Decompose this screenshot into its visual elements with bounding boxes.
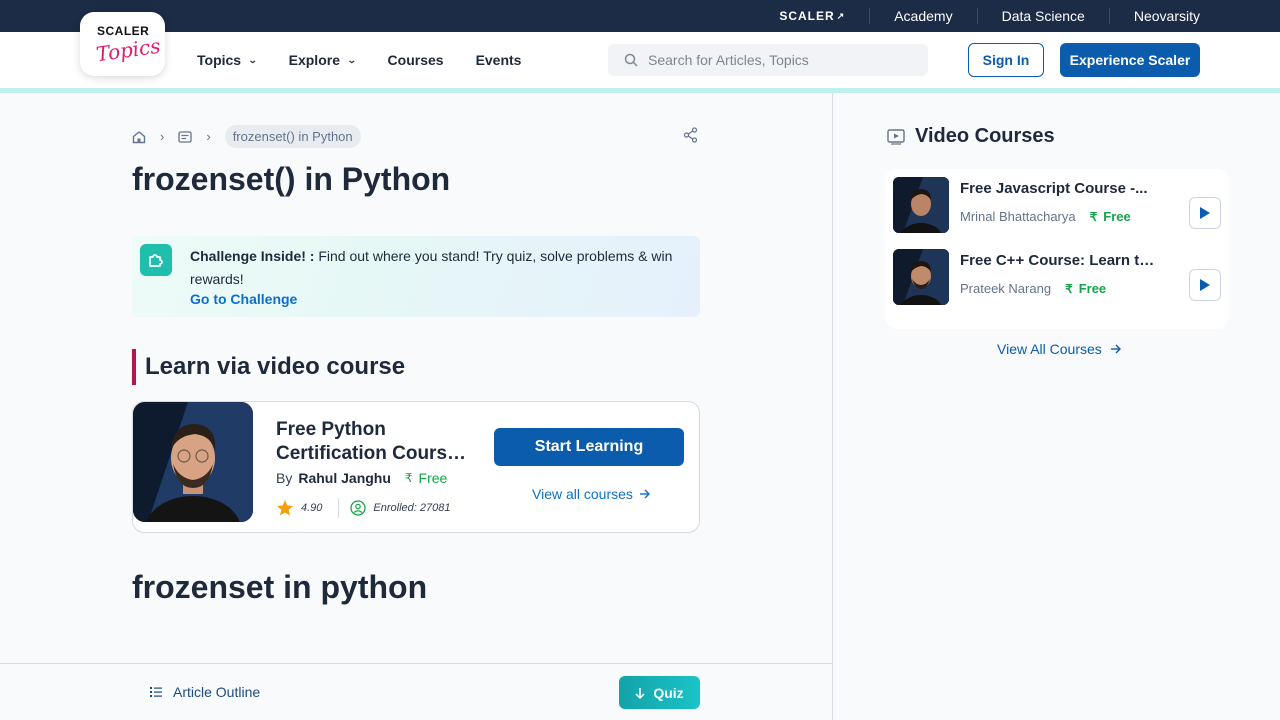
rupee-icon: ₹ <box>404 471 413 485</box>
enrolled-icon <box>350 500 367 516</box>
learn-via-video-heading: Learn via video course <box>132 349 405 385</box>
course-meta: Mrinal Bhattacharya ₹ Free <box>960 209 1131 224</box>
price-badge: ₹ Free <box>1089 209 1131 224</box>
challenge-text: Challenge Inside! : Find out where you s… <box>190 248 673 287</box>
author-name: Prateek Narang <box>960 281 1052 296</box>
author-name: Mrinal Bhattacharya <box>960 209 1076 224</box>
start-learning-button[interactable]: Start Learning <box>494 428 684 466</box>
video-icon <box>887 128 905 145</box>
course-title[interactable]: Free C++ Course: Learn th... <box>960 252 1160 269</box>
scaler-brand-link[interactable]: SCALER ↗ <box>779 9 869 23</box>
breadcrumb-separator-icon: › <box>206 129 211 144</box>
price-badge: ₹ Free <box>404 470 448 486</box>
top-links: SCALER ↗ Academy Data Science Neovarsity <box>779 0 1200 32</box>
rupee-icon: ₹ <box>1089 209 1098 224</box>
view-all-video-courses-link[interactable]: View All Courses <box>997 341 1122 357</box>
top-link-neovarsity[interactable]: Neovarsity <box>1108 8 1200 24</box>
course-stats: 4.90 Enrolled: 27081 <box>276 498 450 518</box>
external-link-icon: ↗ <box>836 10 846 21</box>
puzzle-icon <box>140 244 172 276</box>
go-to-challenge-link[interactable]: Go to Challenge <box>190 291 297 307</box>
top-link-data-science[interactable]: Data Science <box>976 8 1109 24</box>
main-nav: Topics ⌄ Explore ⌄ Courses Events <box>197 52 521 68</box>
top-strip: SCALER ↗ Academy Data Science Neovarsity <box>0 0 1280 32</box>
video-course-card[interactable]: Free Python Certification Course:... By … <box>132 401 700 533</box>
instructor-photo <box>133 402 253 522</box>
course-title[interactable]: Free Javascript Course -... <box>960 180 1160 197</box>
chevron-down-icon: ⌄ <box>247 54 258 65</box>
nav-item-explore[interactable]: Explore ⌄ <box>289 52 357 68</box>
home-icon[interactable] <box>132 130 146 144</box>
breadcrumb-current: frozenset() in Python <box>224 125 361 148</box>
scaler-topics-logo[interactable]: SCALER Topics <box>80 12 165 76</box>
play-button[interactable] <box>1189 197 1221 229</box>
enrolled-count: Enrolled: 27081 <box>373 502 451 514</box>
rupee-icon: ₹ <box>1065 281 1073 296</box>
nav-item-events[interactable]: Events <box>476 52 522 68</box>
price-badge: ₹ Free <box>1065 281 1107 296</box>
view-all-courses-link[interactable]: View all courses <box>532 486 651 502</box>
video-courses-list: Free Javascript Course -... Mrinal Bhatt… <box>885 169 1229 329</box>
video-courses-heading: Video Courses <box>887 125 1055 148</box>
course-meta: Prateek Narang ₹ Free <box>960 281 1106 296</box>
list-item[interactable]: Free C++ Course: Learn th... Prateek Nar… <box>893 249 1221 305</box>
star-icon <box>277 500 293 516</box>
header-accent-line <box>0 88 1280 93</box>
search-bar[interactable] <box>608 44 928 76</box>
article-title: frozenset() in Python <box>132 161 451 197</box>
arrow-right-icon <box>1110 344 1121 354</box>
breadcrumb-separator-icon: › <box>160 129 165 144</box>
list-item[interactable]: Free Javascript Course -... Mrinal Bhatt… <box>893 177 1221 233</box>
search-input[interactable] <box>648 52 908 68</box>
challenge-banner: Challenge Inside! : Find out where you s… <box>132 236 700 317</box>
course-author: By Rahul Janghu ₹ Free <box>276 470 448 486</box>
list-icon <box>150 687 162 697</box>
article-icon[interactable] <box>178 130 192 143</box>
top-link-academy[interactable]: Academy <box>869 8 976 24</box>
play-icon <box>1200 207 1210 219</box>
course-rating: 4.90 <box>301 502 323 514</box>
article-outline-button[interactable]: Article Outline <box>150 684 260 700</box>
experience-scaler-button[interactable]: Experience Scaler <box>1060 43 1200 77</box>
chevron-down-icon: ⌄ <box>346 54 357 65</box>
stats-divider <box>338 498 340 518</box>
nav-item-courses[interactable]: Courses <box>388 52 444 68</box>
sign-in-button[interactable]: Sign In <box>968 43 1044 77</box>
section-heading: frozenset in python <box>132 569 428 605</box>
course-thumbnail <box>893 249 949 305</box>
quiz-button[interactable]: Quiz <box>619 676 700 709</box>
play-icon <box>1200 279 1210 291</box>
course-title[interactable]: Free Python Certification Course:... <box>276 418 476 466</box>
arrow-down-icon <box>635 687 645 699</box>
play-button[interactable] <box>1189 269 1221 301</box>
arrow-right-icon <box>639 489 650 499</box>
article-bottom-bar: Article Outline Quiz <box>0 663 832 720</box>
nav-item-topics[interactable]: Topics ⌄ <box>197 52 258 68</box>
search-icon <box>624 53 638 67</box>
breadcrumb: › › frozenset() in Python <box>132 125 361 148</box>
share-icon[interactable] <box>683 127 698 143</box>
course-thumbnail <box>893 177 949 233</box>
author-name: Rahul Janghu <box>298 470 391 486</box>
column-divider <box>832 93 833 720</box>
